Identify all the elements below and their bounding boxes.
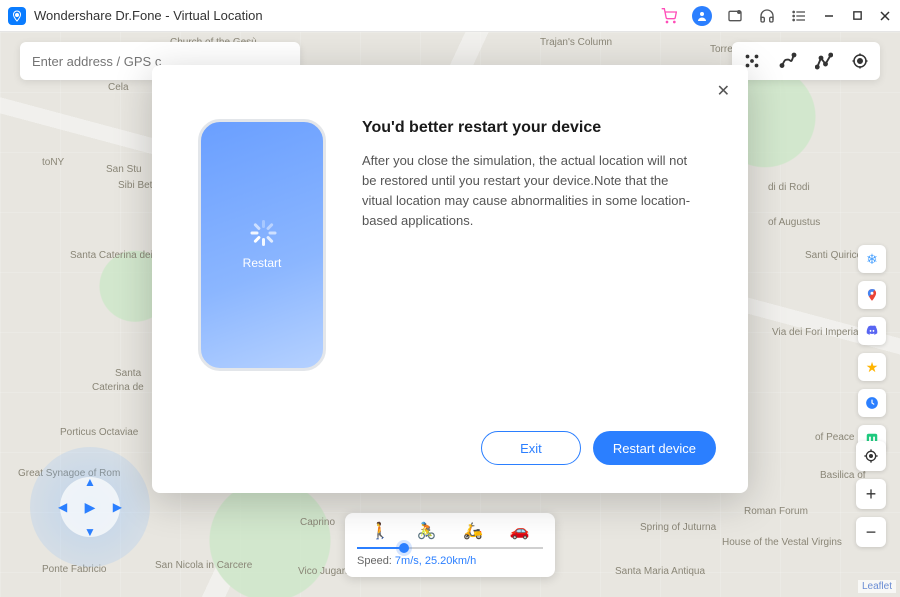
user-icon[interactable]: [692, 6, 712, 26]
menu-icon[interactable]: [790, 7, 808, 25]
loading-spinner-icon: [249, 220, 275, 246]
modal-overlay: ✕ Restart You'd better restart your devi…: [0, 55, 900, 597]
app-logo-icon: [8, 7, 26, 25]
exit-button[interactable]: Exit: [481, 431, 581, 465]
app-title: Wondershare Dr.Fone - Virtual Location: [34, 8, 263, 23]
restart-device-button[interactable]: Restart device: [593, 431, 716, 465]
modal-body-text: After you close the simulation, the actu…: [362, 151, 702, 232]
support-icon[interactable]: [758, 7, 776, 25]
modal-close-button[interactable]: ✕: [717, 81, 730, 101]
phone-illustration: Restart: [198, 119, 326, 371]
feedback-icon[interactable]: [726, 7, 744, 25]
modal-title: You'd better restart your device: [362, 119, 702, 137]
restart-modal: ✕ Restart You'd better restart your devi…: [152, 65, 748, 493]
maximize-button[interactable]: [850, 9, 864, 23]
cart-icon[interactable]: [660, 7, 678, 25]
titlebar: Wondershare Dr.Fone - Virtual Location: [0, 0, 900, 32]
map-label: Trajan's Column: [540, 37, 612, 48]
phone-label: Restart: [243, 256, 282, 270]
minimize-button[interactable]: [822, 9, 836, 23]
close-button[interactable]: [878, 9, 892, 23]
